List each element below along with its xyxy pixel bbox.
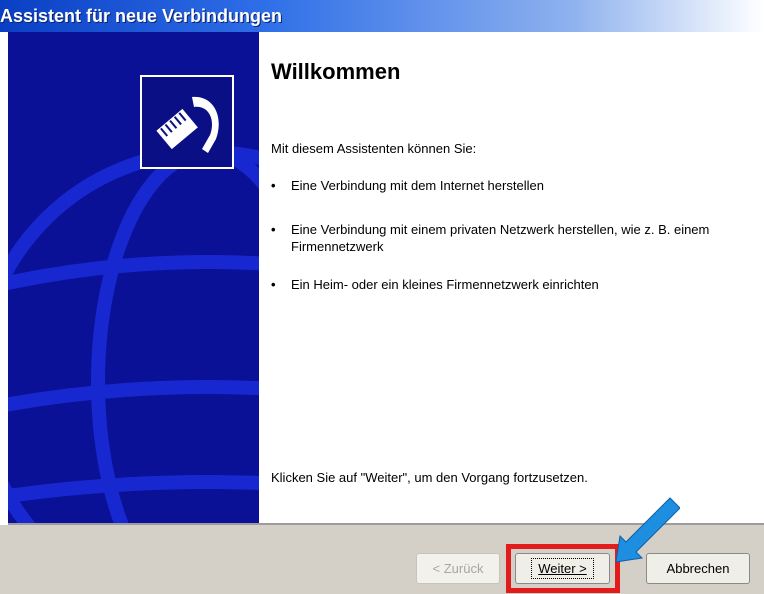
back-button-label: < Zurück [432,561,484,576]
window-title: Assistent für neue Verbindungen [0,6,283,26]
bullet-icon: • [271,178,276,193]
bullet-icon: • [271,222,276,237]
page-title: Willkommen [271,59,401,84]
network-cable-icon [140,75,234,169]
content-pane: Willkommen Mit diesem Assistenten können… [259,32,764,523]
intro-text: Mit diesem Assistenten können Sie: [271,141,477,156]
back-button[interactable]: < Zurück [416,553,500,584]
instruction-text: Klicken Sie auf "Weiter", um den Vorgang… [271,470,588,485]
wizard-window: Assistent für neue Verbindungen Willkomm… [0,0,764,594]
pointer-arrow-icon [615,497,680,563]
side-panel [8,32,259,523]
title-bar[interactable]: Assistent für neue Verbindungen [0,0,764,32]
list-item-text: Eine Verbindung mit dem Internet herstel… [291,178,544,193]
list-item-text: Ein Heim- oder ein kleines Firmennetzwer… [291,277,599,292]
list-item-text: Eine Verbindung mit einem privaten Netzw… [291,222,710,254]
bullet-icon: • [271,277,276,292]
